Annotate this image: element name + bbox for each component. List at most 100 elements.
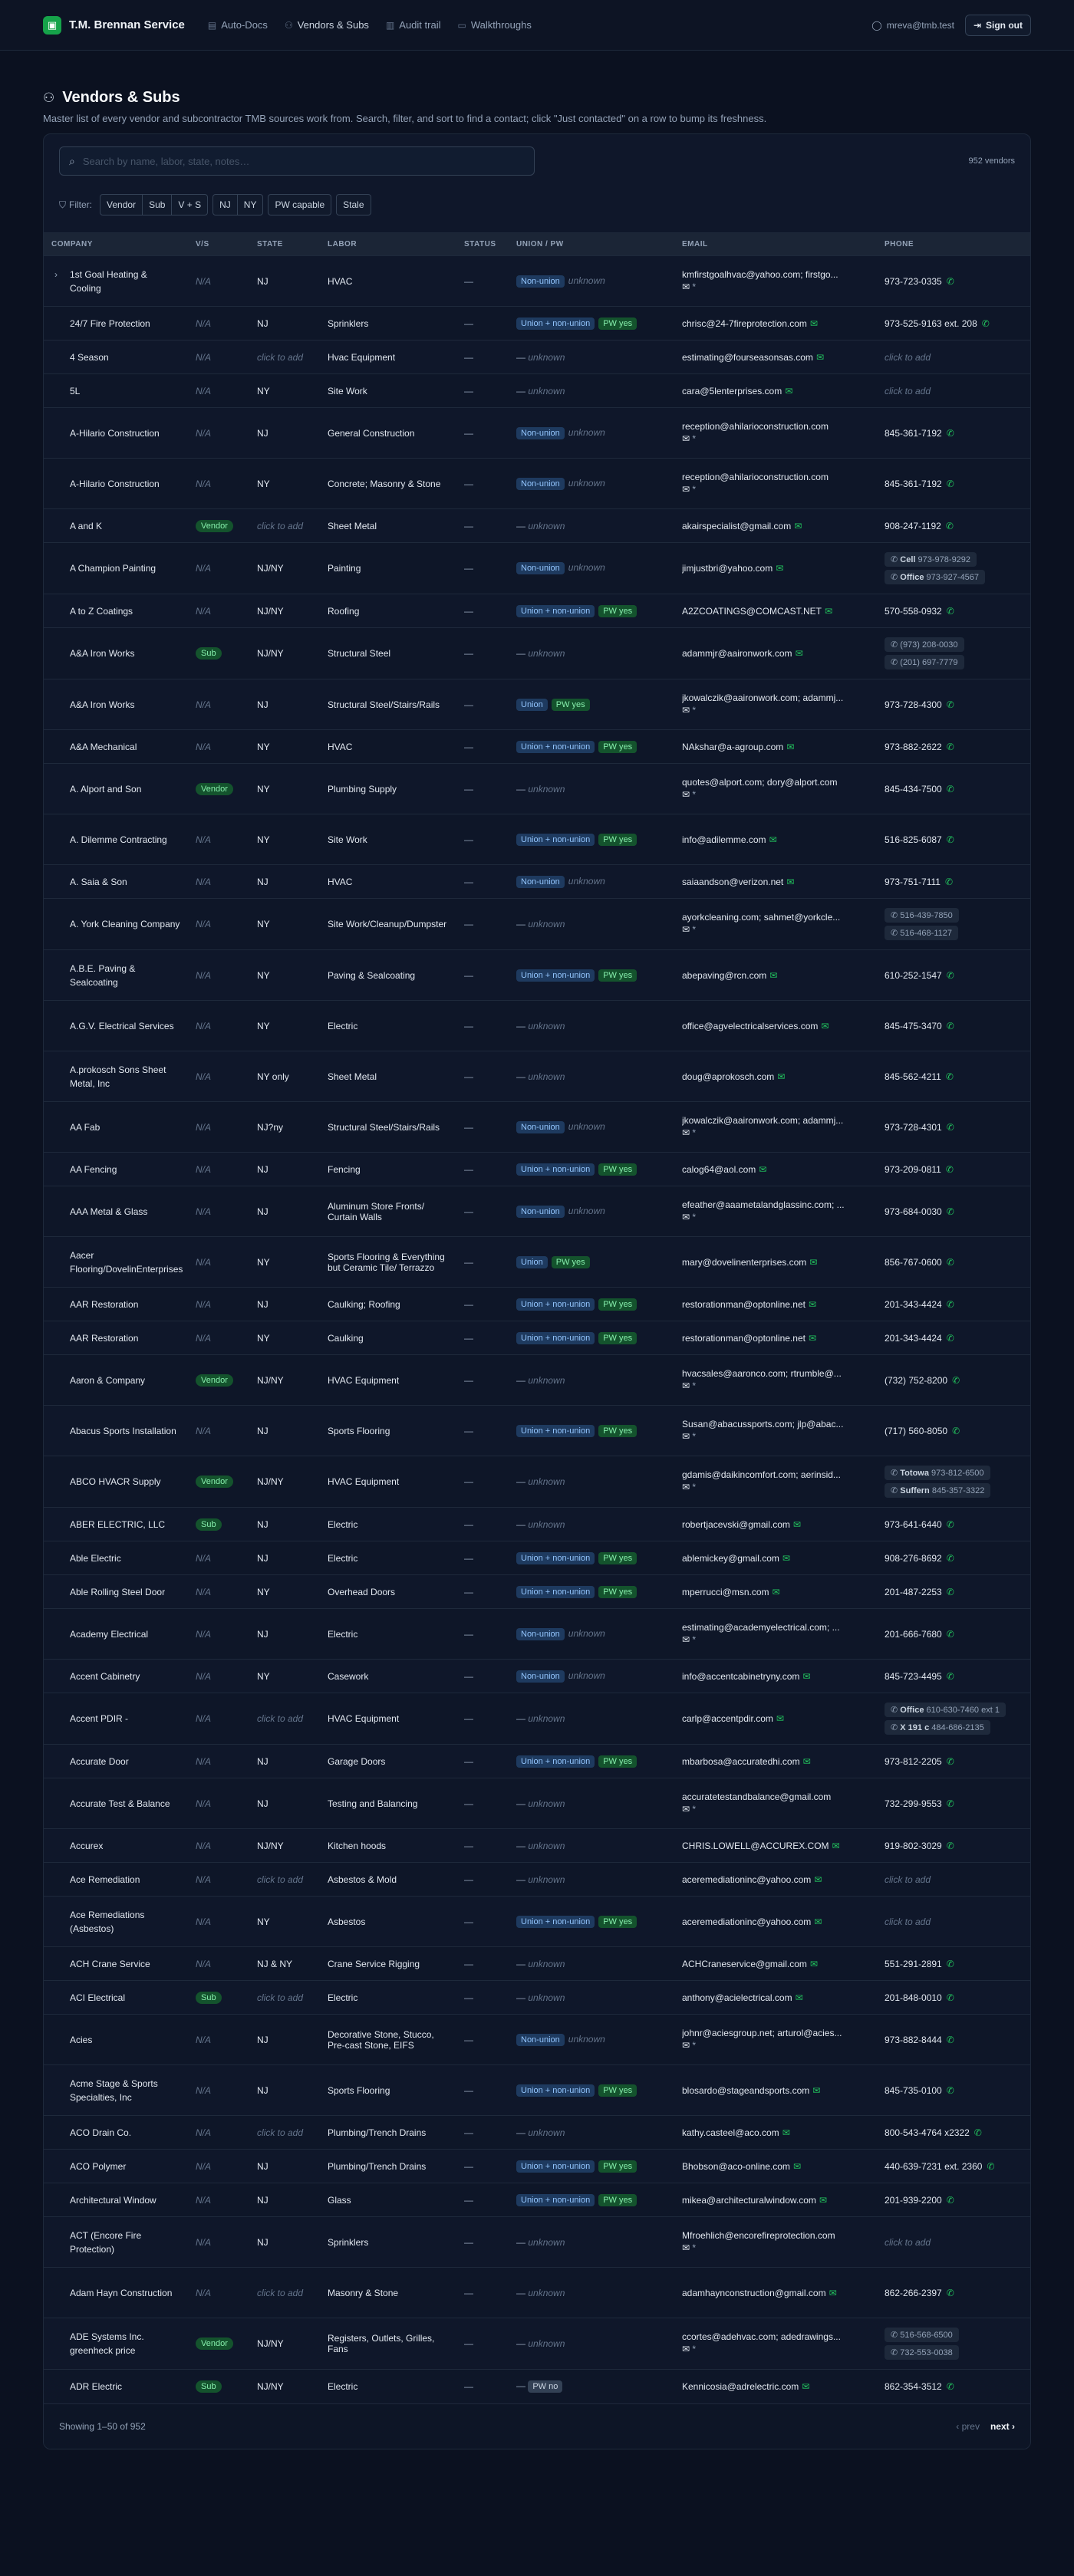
phone-number[interactable]: 973-812-2205 <box>885 1756 942 1767</box>
email-value[interactable]: NAkshar@a-agroup.com <box>682 742 783 752</box>
mail-icon[interactable]: ✉ <box>796 1992 803 2003</box>
mail-icon[interactable]: ✉ <box>782 2127 790 2138</box>
mail-icon[interactable]: ✉ <box>682 1482 690 1492</box>
phone-icon[interactable]: ✆ <box>947 1299 954 1310</box>
mail-icon[interactable]: ✉ <box>819 2195 827 2206</box>
mail-icon[interactable]: ✉ <box>809 1333 816 1344</box>
state-value[interactable]: click to add <box>257 2288 303 2298</box>
col-union-pw[interactable]: Union / PW <box>509 232 674 256</box>
phone-icon[interactable]: ✆ <box>947 2288 954 2298</box>
phone-icon[interactable]: ✆ <box>945 877 953 887</box>
mail-icon[interactable]: ✉ <box>796 648 803 659</box>
phone-number[interactable]: 440-639-7231 ext. 2360 <box>885 2161 982 2172</box>
mail-icon[interactable]: ✉ <box>682 433 690 444</box>
email-value[interactable]: restorationman@optonline.net <box>682 1299 806 1310</box>
table-row[interactable]: Academy Electrical N/A NJ Electric — Non-unio… <box>44 1608 1030 1660</box>
phone-number[interactable]: 856-767-0600 <box>885 1257 942 1268</box>
phone-icon[interactable]: ✆ <box>947 1257 954 1268</box>
mail-icon[interactable]: ✉ <box>816 352 824 363</box>
mail-icon[interactable]: ✉ <box>682 2040 690 2051</box>
phone-number[interactable]: 732-299-9553 <box>885 1798 942 1809</box>
phone-icon[interactable]: ✆ <box>947 1519 954 1530</box>
phone-icon[interactable]: ✆ <box>987 2161 994 2172</box>
table-row[interactable]: AAA Metal & Glass N/A NJ Aluminum Store Fro… <box>44 1186 1030 1237</box>
next-button[interactable]: next › <box>990 2421 1015 2432</box>
phone-icon[interactable]: ✆ <box>974 2127 982 2138</box>
email-value[interactable]: chrisc@24-7fireprotection.com <box>682 318 807 329</box>
phone-icon[interactable]: ✆ <box>947 1122 954 1133</box>
state-value[interactable]: click to add <box>257 1874 303 1885</box>
table-row[interactable]: ACH Crane Service N/A NJ & NY Crane Service… <box>44 1946 1030 1981</box>
email-value[interactable]: kmfirstgoalhvac@yahoo.com; firstgo... <box>682 269 838 280</box>
mail-icon[interactable]: ✉ <box>769 970 777 981</box>
phone-number[interactable]: 973-209-0811 <box>885 1164 941 1175</box>
col-phone[interactable]: Phone <box>877 232 1030 256</box>
table-row[interactable]: Accurate Test & Balance N/A NJ Testing and … <box>44 1778 1030 1829</box>
email-value[interactable]: reception@ahilarioconstruction.com <box>682 472 829 482</box>
phone-icon[interactable]: ✆ <box>947 1841 954 1851</box>
mail-icon[interactable]: ✉ <box>682 705 690 716</box>
col-email[interactable]: Email <box>674 232 877 256</box>
mail-icon[interactable]: ✉ <box>814 1874 822 1885</box>
email-value[interactable]: accuratetestandbalance@gmail.com <box>682 1791 831 1802</box>
filter-vendor[interactable]: Vendor <box>100 194 143 215</box>
mail-icon[interactable]: ✉ <box>682 1380 690 1391</box>
phone-add[interactable]: click to add <box>885 1916 931 1927</box>
phone-chip[interactable]: ✆ 732-553-0038 <box>885 2345 959 2360</box>
email-value[interactable]: kathy.casteel@aco.com <box>682 2127 779 2138</box>
nav-vendors-subs[interactable]: ⚇ Vendors & Subs <box>285 19 369 31</box>
phone-icon[interactable]: ✆ <box>947 276 954 287</box>
table-row[interactable]: A.prokosch Sons Sheet Metal, Inc N/A NY on… <box>44 1051 1030 1102</box>
email-value[interactable]: ayorkcleaning.com; sahmet@yorkcle... <box>682 912 840 923</box>
email-value[interactable]: Bhobson@aco-online.com <box>682 2161 790 2172</box>
phone-number[interactable]: 973-723-0335 <box>885 276 942 287</box>
phone-icon[interactable]: ✆ <box>947 1629 954 1640</box>
email-value[interactable]: robertjacevski@gmail.com <box>682 1519 790 1530</box>
email-value[interactable]: CHRIS.LOWELL@ACCUREX.COM <box>682 1841 829 1851</box>
mail-icon[interactable]: ✉ <box>682 2242 690 2253</box>
phone-chip[interactable]: ✆ Cell 973-978-9292 <box>885 552 977 567</box>
mail-icon[interactable]: ✉ <box>682 1431 690 1442</box>
mail-icon[interactable]: ✉ <box>809 1299 816 1310</box>
phone-add[interactable]: click to add <box>885 2237 931 2248</box>
email-value[interactable]: adamhaynconstruction@gmail.com <box>682 2288 826 2298</box>
phone-number[interactable]: 516-825-6087 <box>885 834 942 845</box>
email-value[interactable]: info@adilemme.com <box>682 834 766 845</box>
phone-number[interactable]: 862-266-2397 <box>885 2288 942 2298</box>
email-value[interactable]: abepaving@rcn.com <box>682 970 766 981</box>
brand[interactable]: ▣ T.M. Brennan Service <box>43 15 185 35</box>
mail-icon[interactable]: ✉ <box>682 924 690 935</box>
col-vs[interactable]: V/S <box>188 232 249 256</box>
table-row[interactable]: A-Hilario Construction N/A NY Concrete; Mas… <box>44 458 1030 509</box>
table-row[interactable]: Acme Stage & Sports Specialties, Inc N/A N… <box>44 2064 1030 2116</box>
sign-out-button[interactable]: ⇥ Sign out <box>964 14 1031 36</box>
phone-icon[interactable]: ✆ <box>947 1671 954 1682</box>
phone-icon[interactable]: ✆ <box>947 1959 954 1969</box>
phone-chip[interactable]: ✆ Totowa 973-812-6500 <box>885 1466 990 1480</box>
phone-number[interactable]: 845-475-3470 <box>885 1021 942 1031</box>
phone-number[interactable]: 845-723-4495 <box>885 1671 942 1682</box>
mail-icon[interactable]: ✉ <box>794 521 802 531</box>
email-value[interactable]: reception@ahilarioconstruction.com <box>682 421 829 432</box>
phone-chip[interactable]: ✆ Office 973-927-4567 <box>885 570 986 584</box>
phone-icon[interactable]: ✆ <box>947 1553 954 1564</box>
table-row[interactable]: Able Electric N/A NJ Electric — Union + non-u… <box>44 1541 1030 1575</box>
phone-number[interactable]: 845-434-7500 <box>885 784 942 795</box>
phone-number[interactable]: 845-361-7192 <box>885 428 942 439</box>
email-value[interactable]: akairspecialist@gmail.com <box>682 521 791 531</box>
table-row[interactable]: A. York Cleaning Company N/A NY Site Work/C… <box>44 898 1030 950</box>
email-value[interactable]: ACHCraneservice@gmail.com <box>682 1959 807 1969</box>
email-value[interactable]: anthony@acielectrical.com <box>682 1992 792 2003</box>
email-value[interactable]: adammjr@aaironwork.com <box>682 648 792 659</box>
mail-icon[interactable]: ✉ <box>682 1212 690 1222</box>
phone-number[interactable]: 610-252-1547 <box>885 970 942 981</box>
table-row[interactable]: Ace Remediations (Asbestos) N/A NY Asbestos… <box>44 1896 1030 1947</box>
phone-chip[interactable]: ✆ Office 610-630-7460 ext 1 <box>885 1703 1006 1717</box>
table-row[interactable]: AA Fencing N/A NJ Fencing — Union + non-union… <box>44 1152 1030 1186</box>
filter-nj[interactable]: NJ <box>212 194 238 215</box>
state-value[interactable]: click to add <box>257 521 303 531</box>
phone-number[interactable]: 973-882-8444 <box>885 2035 942 2045</box>
phone-icon[interactable]: ✆ <box>947 2085 954 2096</box>
phone-number[interactable]: 973-525-9163 ext. 208 <box>885 318 977 329</box>
email-value[interactable]: carlp@accentpdir.com <box>682 1713 773 1724</box>
